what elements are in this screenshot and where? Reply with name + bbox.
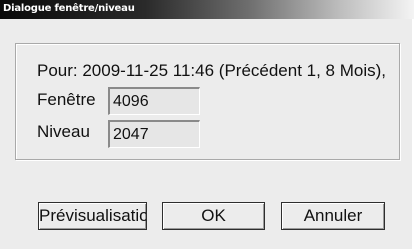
window-label: Fenêtre [37, 90, 96, 109]
cancel-button[interactable]: Annuler [281, 202, 385, 230]
window-level-dialog: Dialogue fenêtre/niveau Pour: 2009-11-25… [0, 0, 414, 249]
window-field[interactable] [108, 87, 200, 115]
dialog-title: Dialogue fenêtre/niveau [3, 3, 135, 14]
title-bar[interactable]: Dialogue fenêtre/niveau [0, 0, 414, 19]
level-label: Niveau [37, 122, 90, 141]
ok-button[interactable]: OK [162, 202, 265, 230]
preview-button[interactable]: Prévisualisation [38, 202, 147, 230]
level-field[interactable] [108, 120, 200, 148]
summary-text: Pour: 2009-11-25 11:46 (Précédent 1, 8 M… [37, 61, 387, 80]
